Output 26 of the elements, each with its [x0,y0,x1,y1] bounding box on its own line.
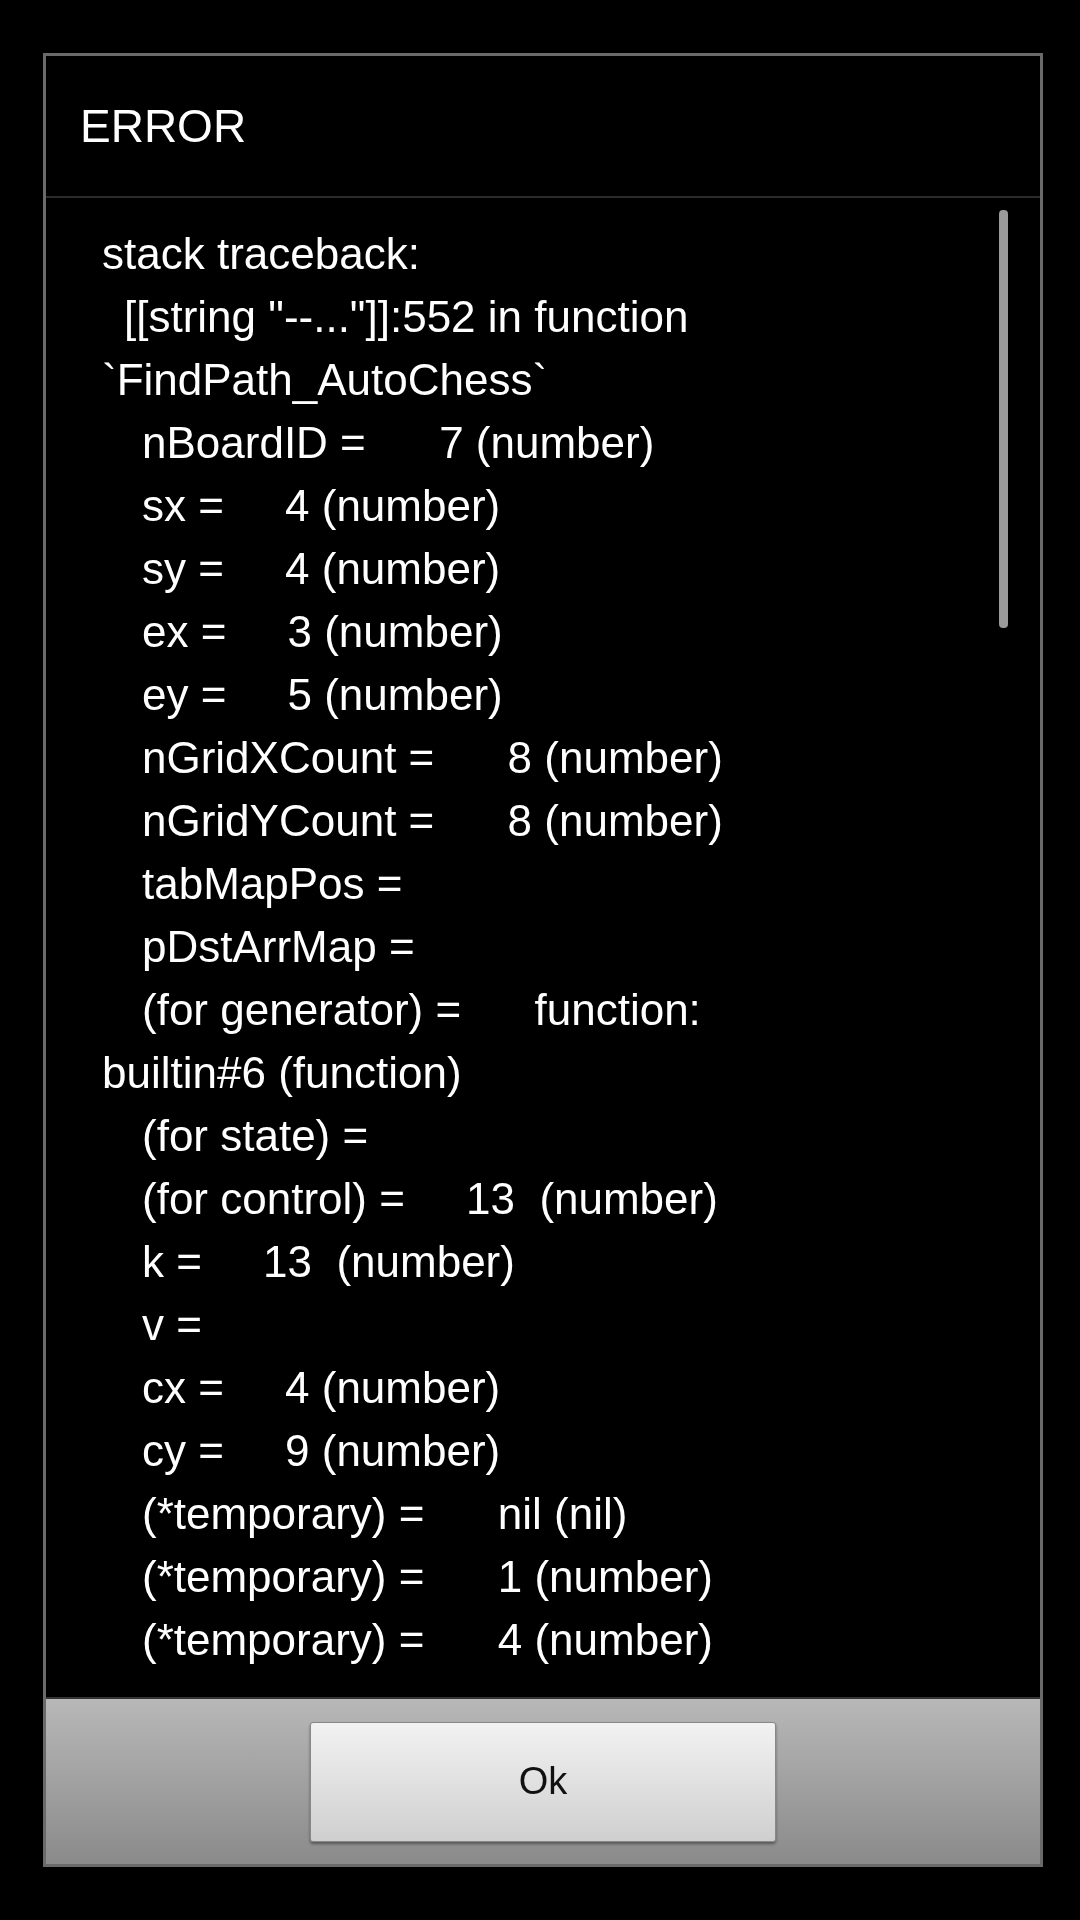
traceback-line: (for state) = [141,1110,370,1162]
traceback-line: k = 13 (number) [141,1236,516,1288]
traceback-line: pDstArrMap = [141,921,416,973]
traceback-line: nBoardID = 7 (number) [141,417,656,469]
traceback-line: v = [141,1299,203,1351]
ok-button[interactable]: Ok [310,1721,776,1842]
traceback-line: (*temporary) = nil (nil) [141,1488,629,1540]
traceback-line: [[string "--..."]]:552 in function [123,291,690,343]
traceback-line: cx = 4 (number) [141,1362,502,1414]
dialog-title: ERROR [46,56,1040,198]
traceback-line: `FindPath_AutoChess` [102,354,549,406]
traceback-line: builtin#6 (function) [102,1047,463,1099]
traceback-line: (*temporary) = 4 (number) [141,1614,714,1666]
traceback-line: nGridYCount = 8 (number) [141,795,723,847]
traceback-line: ex = 3 (number) [141,606,504,658]
traceback-line: cy = 9 (number) [141,1425,502,1477]
traceback-line: ey = 5 (number) [141,669,504,721]
traceback-line: sx = 4 (number) [141,480,502,532]
traceback-line: stack traceback: [102,228,421,280]
traceback-line: (*temporary) = 1 (number) [141,1551,714,1603]
traceback-line: tabMapPos = [141,858,404,910]
traceback-line: (for generator) = function: [141,984,702,1036]
traceback-line: sy = 4 (number) [141,543,502,595]
traceback-line: (for control) = 13 (number) [141,1173,719,1225]
traceback-line: nGridXCount = 8 (number) [141,732,723,784]
scrollbar-thumb[interactable] [999,210,1008,628]
